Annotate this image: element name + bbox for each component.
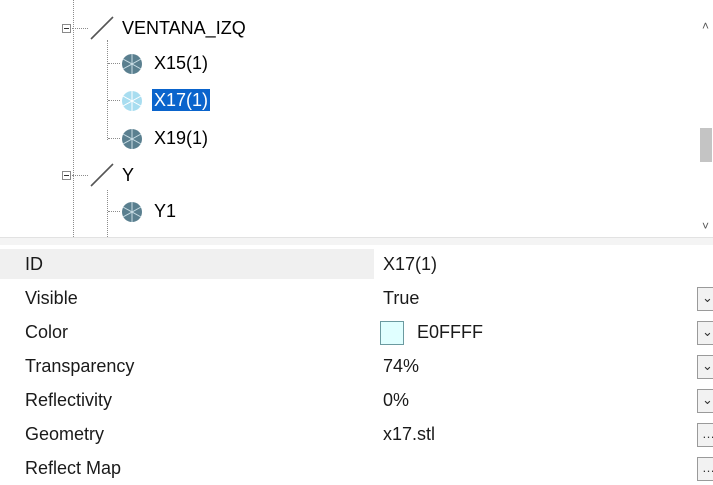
collapse-toggle[interactable]: [62, 24, 71, 33]
property-grid: ID X17(1) Visible True ⌄ Color E0FFFF ⌄ …: [0, 245, 713, 482]
tree-node-y1[interactable]: Y1: [152, 197, 178, 225]
property-value[interactable]: x17.stl: [383, 419, 435, 449]
line-icon: [90, 163, 114, 187]
property-value[interactable]: 0%: [383, 385, 409, 415]
tree-node-label: VENTANA_IZQ: [122, 18, 246, 38]
property-value[interactable]: 74%: [383, 351, 419, 381]
property-name: Reflectivity: [25, 390, 113, 410]
tree-line: [72, 175, 88, 176]
tree-node-x17[interactable]: X17(1): [152, 86, 211, 114]
property-row-id[interactable]: ID X17(1): [0, 247, 713, 281]
tree-node-label: Y1: [154, 201, 177, 221]
ellipsis-button[interactable]: …: [697, 423, 713, 447]
object-tree[interactable]: VENTANA_IZQ X15(1) X17(1) X19(1) Y Y1 ˄ …: [0, 0, 713, 237]
property-row-color[interactable]: Color E0FFFF ⌄: [0, 315, 713, 349]
tree-line: [107, 190, 108, 237]
property-value[interactable]: True: [383, 283, 419, 313]
property-name: Transparency: [25, 356, 135, 376]
ellipsis-button[interactable]: …: [697, 457, 713, 481]
tree-line: [72, 28, 88, 29]
property-name: Visible: [25, 288, 78, 308]
dropdown-button[interactable]: ⌄: [697, 389, 713, 413]
tree-line: [108, 211, 120, 212]
property-name: ID: [0, 249, 374, 279]
property-value[interactable]: E0FFFF: [417, 317, 483, 347]
tree-line: [108, 100, 120, 101]
tree-scrollbar[interactable]: ˄ ˅: [696, 0, 713, 237]
scroll-up-arrow-icon[interactable]: ˄: [702, 20, 710, 32]
property-row-transparency[interactable]: Transparency 74% ⌄: [0, 349, 713, 383]
mesh-icon: [122, 54, 142, 74]
tree-node-label: X19(1): [154, 128, 209, 148]
property-name: Geometry: [25, 424, 105, 444]
property-row-visible[interactable]: Visible True ⌄: [0, 281, 713, 315]
tree-line: [107, 40, 108, 140]
property-row-geometry[interactable]: Geometry x17.stl …: [0, 417, 713, 451]
tree-node-y[interactable]: Y: [120, 161, 136, 189]
panel-splitter[interactable]: [0, 237, 713, 245]
property-value[interactable]: X17(1): [383, 249, 437, 279]
scroll-thumb[interactable]: [700, 128, 712, 162]
tree-line: [108, 138, 120, 139]
dropdown-button[interactable]: ⌄: [697, 287, 713, 311]
tree-node-label: Y: [122, 165, 135, 185]
tree-node-label: X15(1): [154, 53, 209, 73]
mesh-icon: [122, 202, 142, 222]
tree-node-ventana-izq[interactable]: VENTANA_IZQ: [120, 14, 248, 42]
tree-line: [73, 0, 74, 237]
dropdown-button[interactable]: ⌄: [697, 321, 713, 345]
tree-node-x15[interactable]: X15(1): [152, 49, 210, 77]
collapse-toggle[interactable]: [62, 171, 71, 180]
dropdown-button[interactable]: ⌄: [697, 355, 713, 379]
tree-node-x19[interactable]: X19(1): [152, 124, 210, 152]
line-icon: [90, 16, 114, 40]
property-row-reflect-map[interactable]: Reflect Map …: [0, 451, 713, 485]
tree-line: [108, 63, 120, 64]
mesh-icon-light: [122, 91, 142, 111]
mesh-icon: [122, 129, 142, 149]
property-name: Color: [25, 322, 69, 342]
property-name: Reflect Map: [25, 458, 122, 478]
color-swatch: [380, 321, 404, 345]
scroll-down-arrow-icon[interactable]: ˅: [702, 220, 710, 232]
tree-node-label: X17(1): [152, 89, 211, 111]
property-row-reflectivity[interactable]: Reflectivity 0% ⌄: [0, 383, 713, 417]
